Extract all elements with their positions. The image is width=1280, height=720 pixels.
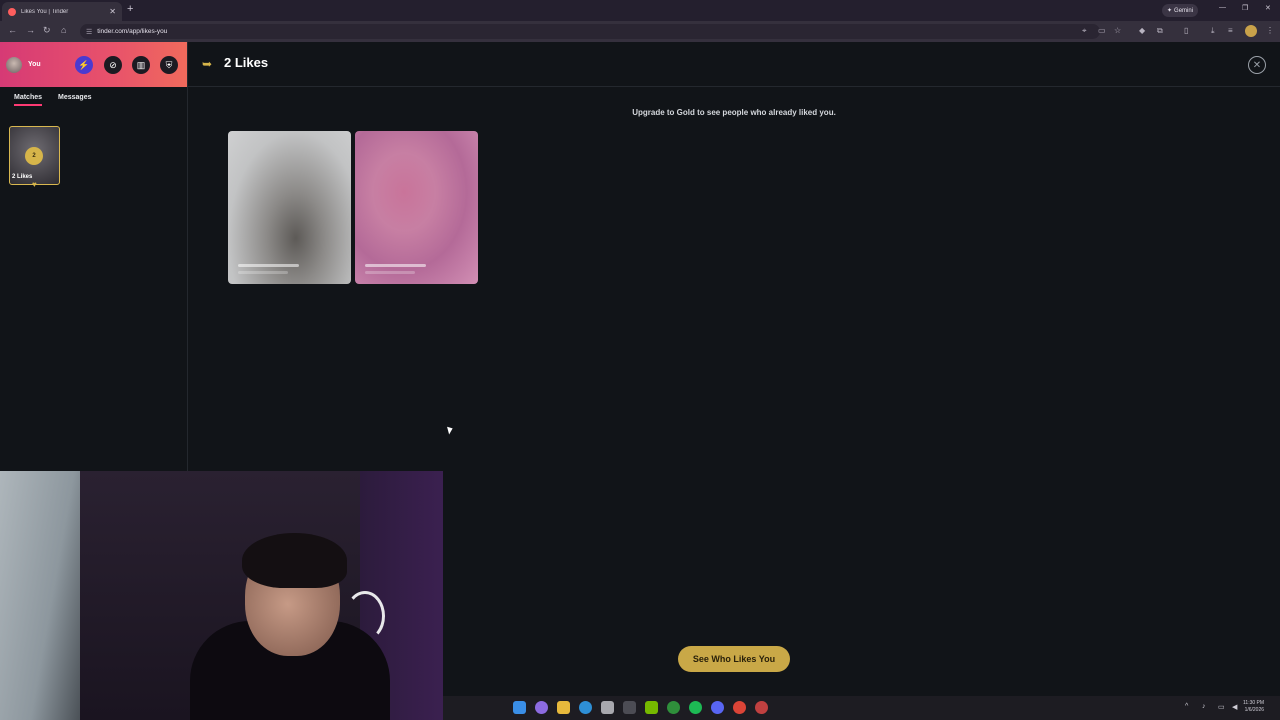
extension-icon[interactable]: ◆	[1139, 26, 1145, 35]
app-icon[interactable]	[755, 701, 768, 714]
minimize-icon[interactable]: —	[1219, 4, 1226, 11]
avatar[interactable]	[6, 57, 22, 73]
gold-likes-icon: ➥	[202, 57, 213, 71]
location-icon[interactable]: ⌖	[1082, 26, 1087, 36]
sidebar-tabs: Matches Messages	[14, 94, 91, 106]
back-icon[interactable]: ←	[8, 25, 17, 35]
profile-avatar[interactable]	[1245, 25, 1257, 37]
mouse-cursor	[447, 425, 454, 435]
url-text: tinder.com/app/likes-you	[97, 28, 168, 35]
clock[interactable]: 11:30 PM 1/6/2026	[1243, 700, 1264, 714]
close-tab-icon[interactable]: ✕	[109, 7, 116, 16]
boost-icon[interactable]: ⚡	[75, 56, 93, 74]
see-who-likes-you-button[interactable]: See Who Likes You	[678, 646, 790, 672]
store-icon[interactable]	[601, 701, 614, 714]
upgrade-message: Upgrade to Gold to see people who alread…	[632, 108, 836, 117]
spotify-icon[interactable]	[689, 701, 702, 714]
blurred-info-placeholder	[365, 271, 415, 274]
blurred-info-placeholder	[238, 271, 288, 274]
restore-icon[interactable]: ❐	[1242, 4, 1248, 12]
chevron-up-icon[interactable]: ^	[1185, 703, 1188, 710]
likes-you-card[interactable]: 2 2 Likes ♥	[9, 126, 60, 189]
blurred-like-card[interactable]	[355, 131, 478, 284]
webcam-person-hair	[242, 533, 347, 588]
gold-heart-icon: ♥	[32, 180, 37, 189]
discord-icon[interactable]	[711, 701, 724, 714]
tinder-flame-icon	[8, 7, 16, 16]
explore-icon[interactable]: ⊘	[104, 56, 122, 74]
tab-messages[interactable]: Messages	[58, 94, 91, 106]
windows-start-icon[interactable]	[513, 701, 526, 714]
xbox-icon[interactable]	[667, 701, 680, 714]
tab-matches[interactable]: Matches	[14, 94, 43, 106]
nvidia-icon[interactable]	[645, 701, 658, 714]
file-explorer-icon[interactable]	[557, 701, 570, 714]
terminal-icon[interactable]	[623, 701, 636, 714]
browser-toolbar: ← → ↻ ⌂ ☰ tinder.com/app/likes-you ⌖ ▭ ☆…	[0, 21, 1280, 42]
windows-taskbar: ^ ♪ ▭ ◀ 11:30 PM 1/6/2026	[443, 696, 1280, 720]
new-tab-button[interactable]: +	[127, 3, 133, 15]
browser-tab[interactable]: Likes You | Tinder ✕	[2, 2, 122, 21]
volume-icon[interactable]: ◀	[1232, 703, 1237, 711]
browser-tab-bar: Likes You | Tinder ✕ + ✦ Gemini — ❐ ✕	[0, 0, 1280, 21]
safety-shield-icon[interactable]: ⛨	[160, 56, 178, 74]
puzzle-icon[interactable]: ⧉	[1157, 26, 1163, 36]
copilot-icon[interactable]	[535, 701, 548, 714]
split-view-icon[interactable]: ▯	[1184, 26, 1188, 35]
blurred-name-placeholder	[365, 264, 426, 267]
bookmark-star-icon[interactable]: ☆	[1114, 26, 1121, 35]
reload-icon[interactable]: ↻	[43, 25, 51, 36]
home-icon[interactable]: ⌂	[61, 25, 66, 35]
network-icon[interactable]: ▭	[1218, 703, 1225, 711]
gemini-button[interactable]: ✦ Gemini	[1162, 4, 1199, 17]
headset-icon	[345, 591, 385, 641]
sparkle-icon: ✦	[1167, 8, 1173, 14]
passport-icon[interactable]: ▥	[132, 56, 150, 74]
webcam-wall	[0, 471, 80, 720]
tab-title: Likes You | Tinder	[21, 8, 69, 15]
download-icon[interactable]: ⤓	[1211, 26, 1215, 36]
site-info-icon[interactable]: ☰	[86, 28, 92, 36]
menu-icon[interactable]: ⋮	[1266, 26, 1274, 35]
chrome-icon[interactable]	[733, 701, 746, 714]
page-title: 2 Likes	[224, 55, 269, 70]
likes-count-badge: 2	[25, 147, 43, 165]
sidebar-header: You ⚡ ⊘ ▥ ⛨	[0, 42, 187, 87]
close-button[interactable]: ✕	[1248, 56, 1266, 74]
blurred-name-placeholder	[238, 264, 299, 267]
address-bar[interactable]: ☰ tinder.com/app/likes-you	[80, 24, 1100, 39]
main-header: ➥ 2 Likes ✕	[188, 42, 1280, 87]
webcam-overlay	[0, 471, 443, 720]
cast-icon[interactable]: ▭	[1098, 26, 1106, 35]
blurred-like-card[interactable]	[228, 131, 351, 284]
edge-icon[interactable]	[579, 701, 592, 714]
forward-icon[interactable]: →	[26, 25, 35, 35]
sliders-icon[interactable]: ≡	[1228, 26, 1233, 35]
likes-card-label: 2 Likes	[12, 174, 33, 180]
close-window-icon[interactable]: ✕	[1265, 4, 1271, 12]
microphone-icon[interactable]: ♪	[1202, 703, 1206, 710]
profile-label[interactable]: You	[28, 61, 41, 68]
